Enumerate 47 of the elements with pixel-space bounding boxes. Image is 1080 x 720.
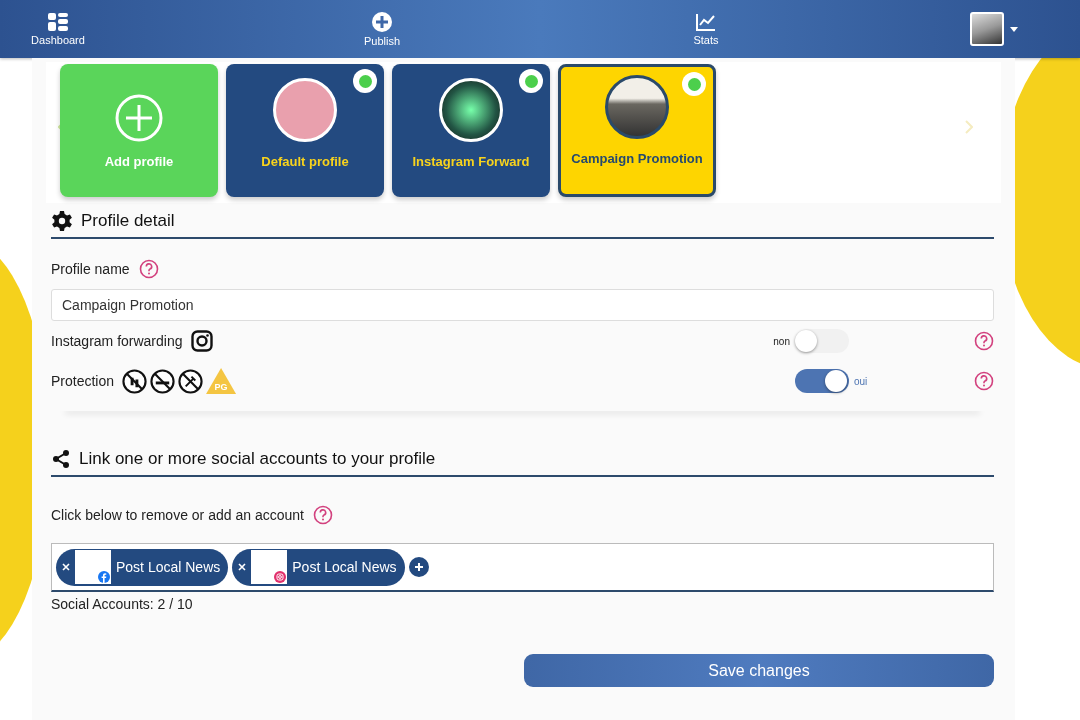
toggle-switch[interactable] <box>795 329 849 353</box>
plus-circle-icon <box>115 94 163 142</box>
profile-card[interactable]: Campaign Promotion <box>558 64 716 197</box>
nav-link[interactable]: Publish <box>322 11 442 47</box>
field-label: Instagram forwarding <box>51 333 183 349</box>
instagram-icon <box>190 330 213 352</box>
toggle-reading: oui <box>854 375 869 387</box>
help-icon[interactable] <box>974 331 994 351</box>
hint-text: Click below to remove or add an account <box>51 507 304 523</box>
account-count: Social Accounts: 2 / 10 <box>51 596 194 612</box>
field-label: Protection <box>51 373 115 389</box>
section-title: Link one or more social accounts to your profile <box>79 449 436 469</box>
help-icon[interactable] <box>138 259 159 279</box>
save-button[interactable]: Save changes <box>524 654 994 687</box>
toggle-switch[interactable] <box>795 369 849 393</box>
avatar-photo[interactable] <box>970 12 1004 46</box>
account-name: Post Local News <box>116 559 221 575</box>
section-title: Profile detail <box>81 211 175 231</box>
no-drugs-icon <box>178 368 204 394</box>
avatar-photo <box>605 75 669 139</box>
profile-name-field[interactable]: Campaign Promotion <box>51 289 994 321</box>
avatar-photo <box>273 78 337 142</box>
field-label: Profile name <box>51 261 130 277</box>
plus-circle-icon <box>372 11 392 32</box>
no-smoking-icon <box>150 368 176 394</box>
account-name: Post Local News <box>292 559 397 575</box>
no-alcohol-icon <box>122 368 148 394</box>
help-icon[interactable] <box>312 505 333 525</box>
nav-link[interactable]: Stats <box>646 12 766 46</box>
avatar-photo <box>439 78 503 142</box>
remove-icon[interactable] <box>238 563 247 571</box>
profile-card[interactable]: Instagram Forward <box>392 64 550 197</box>
profile-card[interactable]: Default profile <box>226 64 384 197</box>
instagram-icon <box>274 571 287 583</box>
help-icon[interactable] <box>974 371 994 391</box>
line-chart-icon <box>696 12 716 31</box>
facebook-icon <box>98 571 110 583</box>
nav-link[interactable]: Dashboard <box>0 12 118 46</box>
grid-icon <box>48 12 68 31</box>
add-icon[interactable] <box>408 557 429 577</box>
caret-icon[interactable] <box>1010 26 1018 32</box>
accounts-field[interactable]: Post Local News Post Local News <box>51 543 994 592</box>
toggle-reading: non <box>772 335 790 347</box>
gear-icon <box>52 211 72 231</box>
remove-icon[interactable] <box>62 563 70 571</box>
pg-rating-badge: PG <box>206 368 237 394</box>
share-icon <box>52 450 70 468</box>
